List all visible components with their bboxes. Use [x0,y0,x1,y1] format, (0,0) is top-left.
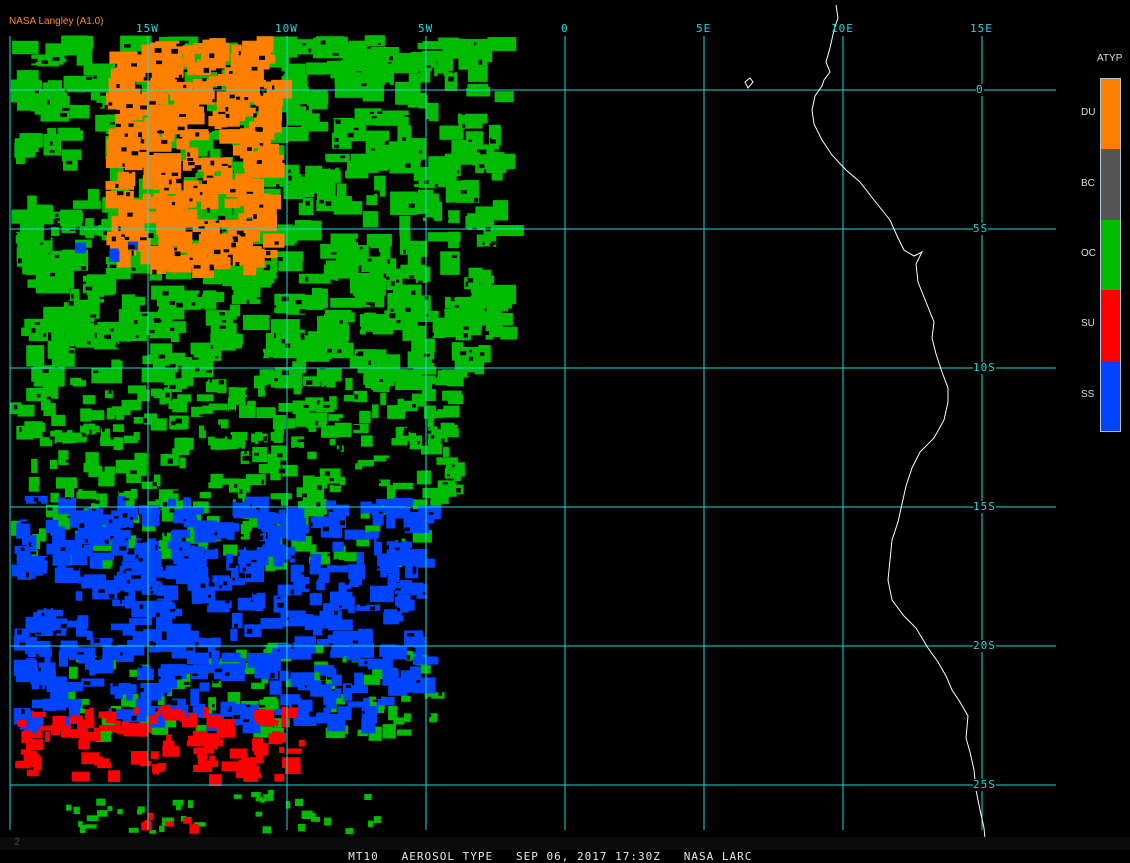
latitude-label: 25S [973,778,996,791]
legend-swatch-du [1101,79,1120,150]
latitude-label: 0 [976,83,984,96]
product-code: MT10 [348,850,379,863]
legend-swatch-bc [1101,149,1120,220]
legend-title: ATYP [1097,53,1123,64]
longitude-label: 0 [561,22,569,35]
longitude-label: 10W [275,22,298,35]
legend-label-du: DU [1081,107,1096,119]
legend-label-bc: BC [1081,177,1095,189]
product-date: SEP 06, 2017 [515,850,608,863]
footer-caption: MT10 AEROSOL TYPE SEP 06, 2017 17:30Z NA… [333,837,752,863]
legend-swatch-oc [1101,219,1120,291]
latitude-label: 20S [973,639,996,652]
longitude-label: 15W [136,22,159,35]
product-source: NASA LARC [683,850,753,863]
longitude-label: 5E [696,22,712,35]
legend-label-ss: SS [1081,388,1095,400]
latitude-label: 15S [973,500,996,513]
frame-number: 2 [14,837,21,848]
product-title: AEROSOL TYPE [401,850,494,863]
longitude-label: 5W [418,22,434,35]
legend-swatch-su [1101,290,1120,361]
legend-label-su: SU [1081,318,1095,330]
island-outline [744,77,754,89]
satellite-map [9,4,1056,850]
aerosol-field [10,35,524,835]
legend-label-oc: OC [1081,248,1096,259]
product-time: 17:30Z [615,850,661,863]
legend-colorbar [1100,78,1121,432]
africa-coastline [811,4,987,850]
longitude-label: 10E [831,22,854,35]
longitude-label: 15E [970,22,993,35]
credit-label: NASA Langley (A1.0) [9,16,104,27]
latitude-label: 5S [973,222,989,235]
legend-swatch-ss [1101,360,1120,432]
latitude-label: 10S [973,361,996,374]
